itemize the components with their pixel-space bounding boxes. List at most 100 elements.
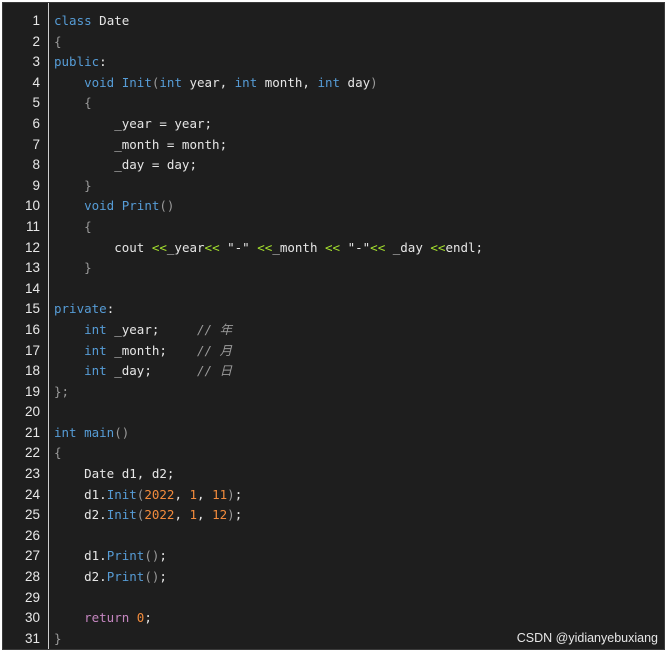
code-token: _day; xyxy=(106,363,197,379)
code-token: cout xyxy=(54,239,152,255)
code-token: Print xyxy=(121,198,160,214)
code-token: }; xyxy=(54,383,70,399)
line-number: 26 xyxy=(24,527,40,543)
code-token: _month = month; xyxy=(54,136,228,152)
code-token: { xyxy=(84,218,92,234)
line-number: 13 xyxy=(24,260,40,276)
code-token: _day = day; xyxy=(54,157,197,173)
code-line: 1 class Date xyxy=(3,11,664,32)
code-token: << xyxy=(257,239,273,255)
code-line: 18 int _day; // 日 xyxy=(3,361,664,382)
code-text: cout <<_year<< "-" <<_month << "-"<< _da… xyxy=(54,238,483,259)
code-token: { xyxy=(54,33,62,49)
code-lines: 1 class Date 2{3 public: 4 void Init(int yea… xyxy=(3,11,664,649)
code-token: } xyxy=(84,260,92,276)
code-line: 20 xyxy=(3,402,664,423)
line-number: 1 xyxy=(32,13,40,28)
code-token: } xyxy=(54,630,62,646)
code-token: class xyxy=(54,13,92,28)
line-number: 21 xyxy=(24,424,40,440)
code-token: int xyxy=(234,74,258,90)
line-number: 29 xyxy=(24,589,40,605)
line-number: 4 xyxy=(32,74,40,90)
line-number: 22 xyxy=(24,445,40,461)
code-text: } xyxy=(54,258,92,279)
code-text: public: xyxy=(54,52,107,73)
code-line: 6 _year = year; xyxy=(3,114,664,135)
code-line: 14 xyxy=(3,279,664,300)
line-number: 27 xyxy=(24,548,40,564)
code-line: 19}; xyxy=(3,382,664,403)
code-token: Init xyxy=(106,486,137,502)
code-text: { xyxy=(54,217,92,238)
watermark: CSDN @yidianyebuxiang xyxy=(516,631,658,645)
code-token: Date d1, d2; xyxy=(54,466,175,482)
code-token: : xyxy=(106,301,115,317)
code-editor[interactable]: 1 class Date 2{3 public: 4 void Init(int yea… xyxy=(2,2,665,650)
code-line: 4 void Init(int year, int month, int day… xyxy=(3,73,664,94)
code-token: } xyxy=(84,177,92,193)
code-text: _day = day; xyxy=(54,155,197,176)
code-line: 21 int main() xyxy=(3,423,664,444)
code-text: int _day; // 日 xyxy=(54,361,232,382)
code-token: d2. xyxy=(54,569,107,585)
code-text: { xyxy=(54,93,92,114)
code-token: int xyxy=(317,74,341,90)
code-token: 11 xyxy=(212,486,228,502)
code-token: ; xyxy=(234,486,243,502)
code-token: ) xyxy=(227,507,235,523)
code-token: d2. xyxy=(54,507,107,523)
code-token: _year xyxy=(166,239,205,255)
code-token: // 日 xyxy=(197,363,233,379)
code-line: 16 int _year; // 年 xyxy=(3,320,664,341)
code-line: 24 d1.Init(2022, 1, 11); xyxy=(3,485,664,506)
code-token: _day xyxy=(385,239,431,255)
code-text: { xyxy=(54,443,62,464)
code-line: 29 xyxy=(3,588,664,609)
line-number: 25 xyxy=(24,507,40,523)
code-text: int _year; // 年 xyxy=(54,320,232,341)
code-line: 26 xyxy=(3,526,664,547)
line-number: 16 xyxy=(24,321,40,337)
code-token: () xyxy=(159,198,175,214)
code-token: , xyxy=(174,486,190,502)
code-text: void Init(int year, int month, int day) xyxy=(54,73,378,94)
code-token: { xyxy=(54,445,62,461)
code-text: void Print() xyxy=(54,196,174,217)
code-token: return xyxy=(84,610,130,626)
code-token: void xyxy=(84,74,115,90)
code-line: 27 d1.Print(); xyxy=(3,546,664,567)
code-token: 12 xyxy=(212,507,228,523)
code-token: _year; xyxy=(106,321,197,337)
line-number: 19 xyxy=(24,383,40,399)
code-token: () xyxy=(144,569,160,585)
code-token: () xyxy=(144,548,160,564)
code-token: 1 xyxy=(189,507,198,523)
code-token: int xyxy=(84,363,107,379)
line-number: 14 xyxy=(24,280,40,296)
code-text: _month = month; xyxy=(54,135,227,156)
line-number: 8 xyxy=(32,157,40,173)
line-number: 24 xyxy=(24,486,40,502)
code-token: d1. xyxy=(54,486,107,502)
code-token: , xyxy=(197,486,213,502)
code-text: d1.Init(2022, 1, 11); xyxy=(54,485,242,506)
code-token: Print xyxy=(106,548,145,564)
code-token: Print xyxy=(106,569,145,585)
line-number: 9 xyxy=(32,177,40,193)
code-text: d2.Init(2022, 1, 12); xyxy=(54,505,242,526)
code-text: int main() xyxy=(54,423,129,444)
line-number: 20 xyxy=(24,404,40,420)
code-token: private xyxy=(54,301,107,317)
code-line: 17 int _month; // 月 xyxy=(3,341,664,362)
code-text: class Date xyxy=(54,11,129,32)
